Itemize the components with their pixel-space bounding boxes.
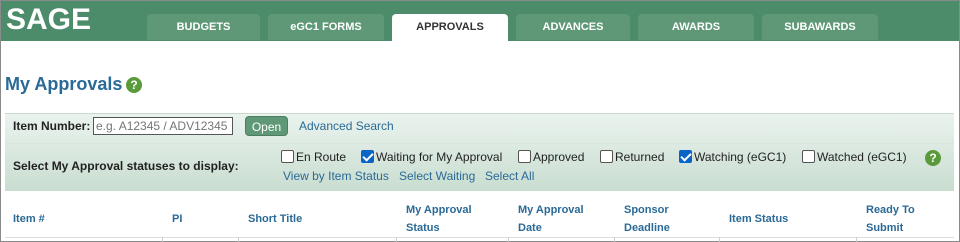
- checkbox-approved[interactable]: Approved: [518, 150, 584, 164]
- column-header-sponsor-deadline[interactable]: Sponsor Deadline: [624, 201, 670, 237]
- tab-awards[interactable]: AWARDS: [638, 14, 754, 40]
- item-number-input[interactable]: [93, 117, 233, 135]
- checkbox-label: Waiting for My Approval: [376, 150, 503, 164]
- column-header-pi[interactable]: PI: [172, 210, 182, 228]
- checkbox-en-route[interactable]: En Route: [281, 150, 346, 164]
- tab-approvals[interactable]: APPROVALS: [392, 14, 508, 41]
- column-divider: [719, 237, 720, 242]
- checkbox-watching-egc1[interactable]: Watching (eGC1): [679, 150, 786, 164]
- statuses-label: Select My Approval statuses to display:: [13, 159, 239, 173]
- checkbox-box[interactable]: [518, 150, 531, 163]
- checkbox-label: En Route: [296, 150, 347, 164]
- advanced-search-link[interactable]: Advanced Search: [299, 119, 394, 133]
- page-title: My Approvals: [5, 74, 123, 94]
- column-header-line: My Approval: [406, 204, 472, 216]
- panel-divider: [5, 143, 954, 144]
- column-header-ready-to-submit[interactable]: Ready To Submit: [866, 201, 915, 237]
- column-divider: [508, 237, 509, 242]
- column-header-my-approval-status[interactable]: My Approval Status: [406, 201, 472, 237]
- column-header-item-status[interactable]: Item Status: [729, 210, 788, 228]
- checkbox-box[interactable]: [281, 150, 294, 163]
- tab-egc1-forms[interactable]: eGC1 FORMS: [268, 14, 384, 40]
- help-icon[interactable]: ?: [126, 77, 142, 93]
- sage-logo[interactable]: SAGE: [6, 3, 91, 37]
- column-divider: [238, 237, 239, 242]
- tab-subawards[interactable]: SUBAWARDS: [762, 14, 878, 40]
- column-divider: [162, 237, 163, 242]
- tab-advances[interactable]: ADVANCES: [516, 14, 630, 40]
- checkbox-waiting-for-my-approval[interactable]: Waiting for My Approval: [361, 150, 502, 164]
- column-header-my-approval-date[interactable]: My Approval Date: [518, 201, 584, 237]
- column-header-short-title[interactable]: Short Title: [248, 210, 302, 228]
- checkbox-box[interactable]: [600, 150, 613, 163]
- checkbox-returned[interactable]: Returned: [600, 150, 664, 164]
- checkbox-box[interactable]: [802, 150, 815, 163]
- select-waiting-link[interactable]: Select Waiting: [399, 169, 475, 183]
- column-header-line: Date: [518, 222, 542, 234]
- checkbox-box-checked[interactable]: [679, 150, 692, 163]
- select-all-link[interactable]: Select All: [485, 169, 534, 183]
- checkbox-box-checked[interactable]: [361, 150, 374, 163]
- help-icon[interactable]: ?: [925, 150, 941, 166]
- column-header-item-number[interactable]: Item #: [13, 210, 45, 228]
- table-header-border: [5, 237, 954, 238]
- view-by-item-status-link[interactable]: View by Item Status: [283, 169, 389, 183]
- column-header-line: Sponsor: [624, 204, 669, 216]
- column-header-line: Status: [406, 222, 440, 234]
- checkbox-label: Approved: [533, 150, 585, 164]
- item-number-label: Item Number:: [13, 119, 91, 133]
- checkbox-watched-egc1[interactable]: Watched (eGC1): [802, 150, 907, 164]
- checkbox-label: Watched (eGC1): [817, 150, 907, 164]
- tab-budgets[interactable]: BUDGETS: [147, 14, 260, 40]
- column-divider: [614, 237, 615, 242]
- checkbox-label: Watching (eGC1): [694, 150, 787, 164]
- column-header-line: My Approval: [518, 204, 584, 216]
- checkbox-label: Returned: [615, 150, 665, 164]
- column-divider: [856, 237, 857, 242]
- column-header-line: Deadline: [624, 222, 670, 234]
- column-header-line: Submit: [866, 222, 904, 234]
- column-divider: [396, 237, 397, 242]
- open-button[interactable]: Open: [245, 116, 288, 136]
- column-header-line: Ready To: [866, 204, 915, 216]
